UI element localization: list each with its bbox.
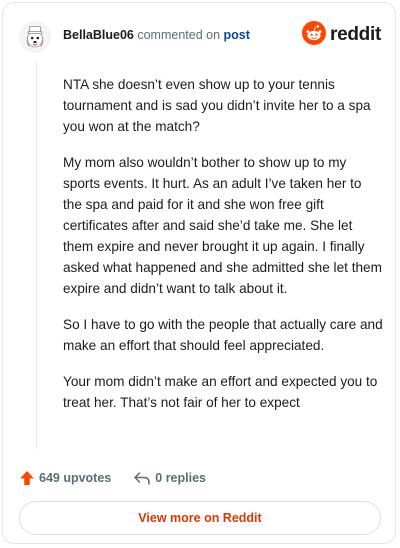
user-avatar[interactable] <box>19 21 51 53</box>
reply-count: 0 replies <box>155 471 206 485</box>
comment-actions: 649 upvotes 0 replies <box>19 467 206 489</box>
thread-line <box>36 61 37 449</box>
upvote-arrow-icon <box>19 470 35 486</box>
comment-header: BellaBlue06 commented on post reddit <box>19 17 381 53</box>
comment-meta: BellaBlue06 commented on post <box>63 28 250 42</box>
commented-on-text: commented on <box>137 28 221 42</box>
upvote-count: 649 upvotes <box>39 471 112 485</box>
upvote-button[interactable]: 649 upvotes <box>19 470 111 486</box>
reply-button[interactable]: 0 replies <box>133 470 206 486</box>
comment-paragraph: My mom also wouldn’t bother to show up t… <box>63 155 382 296</box>
reddit-snoo-icon <box>302 20 327 50</box>
view-more-button[interactable]: View more on Reddit <box>19 501 381 535</box>
comment-paragraph: Your mom didn’t make an effort and expec… <box>63 374 378 410</box>
post-link[interactable]: post <box>224 28 250 42</box>
reddit-wordmark: reddit <box>330 24 381 45</box>
reply-icon <box>133 470 151 486</box>
comment-body: NTA she doesn’t even show up to your ten… <box>63 74 383 428</box>
comment-paragraph: So I have to go with the people that act… <box>63 317 383 353</box>
username-link[interactable]: BellaBlue06 <box>63 28 134 42</box>
comment-paragraph: NTA she doesn’t even show up to your ten… <box>63 77 371 134</box>
embedded-comment-card: BellaBlue06 commented on post reddit NTA… <box>2 2 396 544</box>
reddit-logo[interactable]: reddit <box>302 20 381 50</box>
